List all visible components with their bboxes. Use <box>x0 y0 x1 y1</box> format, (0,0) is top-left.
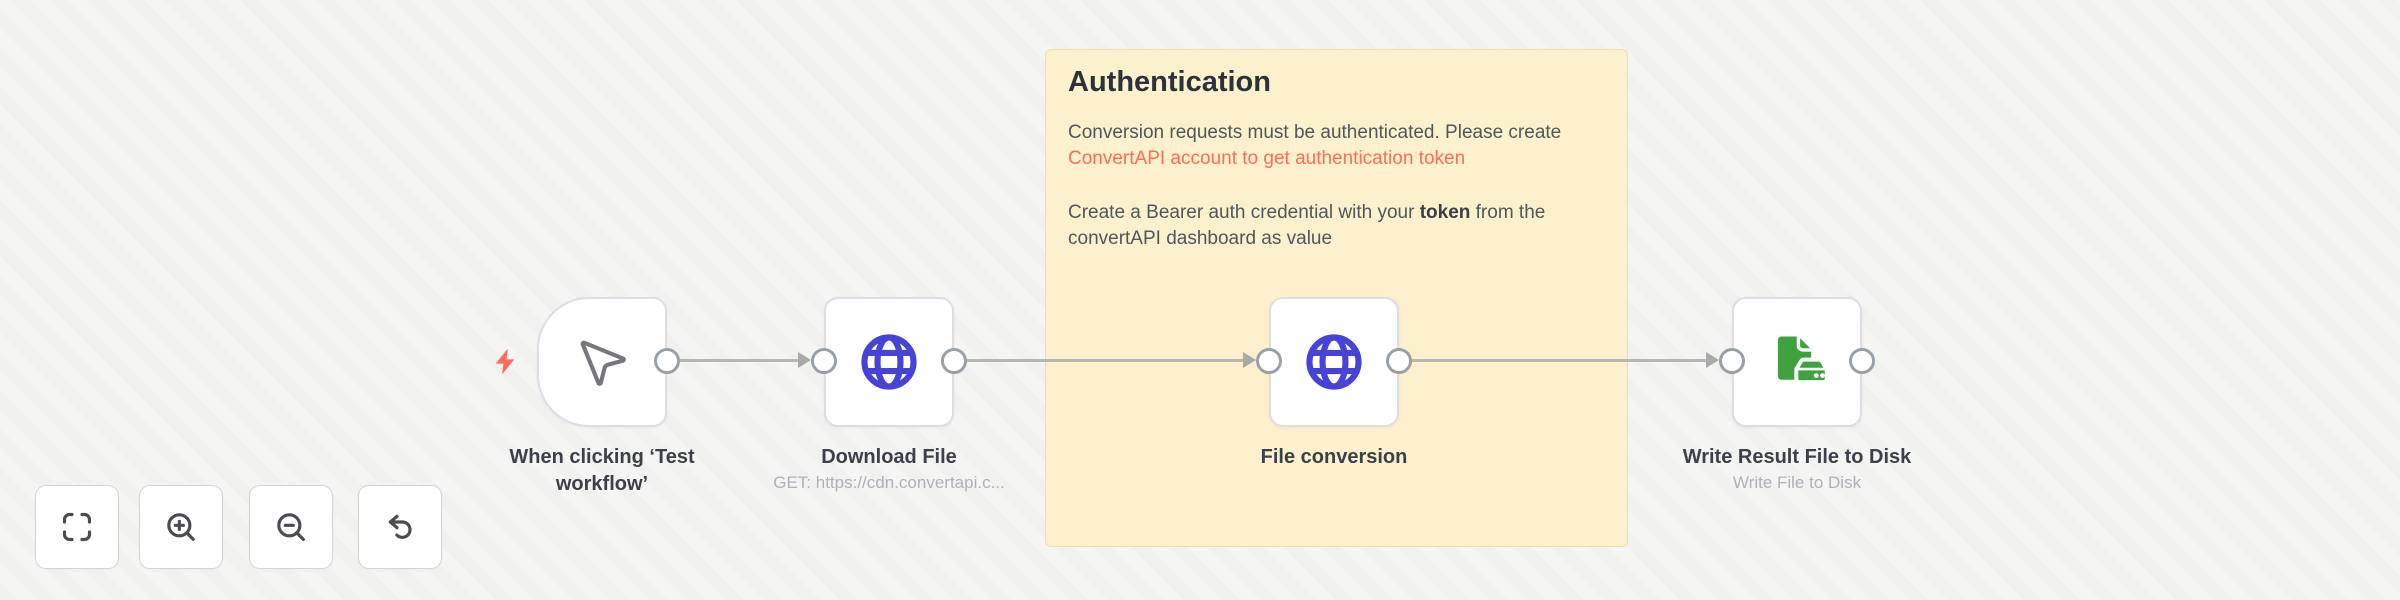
connector-output-trigger[interactable] <box>654 348 680 374</box>
node-write-file-to-disk[interactable] <box>1732 297 1862 427</box>
node-label-manual-trigger: When clicking ‘Test workflow’ <box>492 444 712 498</box>
undo-icon <box>388 514 412 539</box>
node-label-download-file: Download File GET: https://cdn.convertap… <box>769 444 1009 493</box>
connection-line <box>1408 359 1708 362</box>
connector-output-write[interactable] <box>1849 348 1875 374</box>
globe-icon <box>861 334 917 390</box>
zoom-out-button[interactable] <box>249 485 333 569</box>
connection-line <box>676 359 800 362</box>
node-file-conversion[interactable] <box>1269 297 1399 427</box>
node-label-file-conversion: File conversion <box>1214 444 1454 471</box>
node-title: Download File <box>821 446 957 468</box>
convertapi-account-link[interactable]: ConvertAPI account to get authentication… <box>1068 146 1608 172</box>
sticky-note-title: Authentication <box>1068 66 1271 98</box>
sticky-note-paragraph-2: Create a Bearer auth credential with you… <box>1068 200 1588 252</box>
node-subtitle: Write File to Disk <box>1732 473 1862 492</box>
zoom-in-icon <box>167 513 195 541</box>
connector-input-download[interactable] <box>811 348 837 374</box>
zoom-in-button[interactable] <box>139 485 223 569</box>
connector-input-convert[interactable] <box>1256 348 1282 374</box>
zoom-out-icon <box>277 513 305 541</box>
node-manual-trigger[interactable] <box>537 297 667 427</box>
undo-button[interactable] <box>358 485 442 569</box>
connector-output-download[interactable] <box>941 348 967 374</box>
sticky-note-bold-text: token <box>1419 202 1471 223</box>
connector-output-convert[interactable] <box>1386 348 1412 374</box>
connection-arrow-icon <box>798 352 811 368</box>
connection-line <box>963 359 1245 362</box>
node-label-write-file-to-disk: Write Result File to Disk Write File to … <box>1662 444 1932 493</box>
connector-input-write[interactable] <box>1719 348 1745 374</box>
node-subtitle: GET: https://cdn.convertapi.c... <box>773 473 1005 492</box>
connection-arrow-icon <box>1243 352 1256 368</box>
node-title: Write Result File to Disk <box>1682 446 1912 468</box>
node-title: When clicking ‘Test workflow’ <box>509 446 695 495</box>
zoom-to-fit-button[interactable] <box>35 485 119 569</box>
node-download-file[interactable] <box>824 297 954 427</box>
sticky-note-text: Conversion requests must be authenticate… <box>1068 122 1562 143</box>
workflow-canvas[interactable]: Authentication Conversion requests must … <box>0 0 2400 600</box>
zoom-to-fit-icon <box>62 512 92 542</box>
lightning-bolt-icon <box>495 348 515 375</box>
mouse-cursor-icon <box>580 340 626 386</box>
sticky-note-paragraph-1: Conversion requests must be authenticate… <box>1068 120 1608 172</box>
sticky-note-text: Create a Bearer auth credential with you… <box>1068 202 1420 223</box>
node-title: File conversion <box>1260 446 1408 468</box>
globe-icon <box>1306 334 1362 390</box>
connection-arrow-icon <box>1706 352 1719 368</box>
file-to-disk-icon <box>1777 335 1829 385</box>
